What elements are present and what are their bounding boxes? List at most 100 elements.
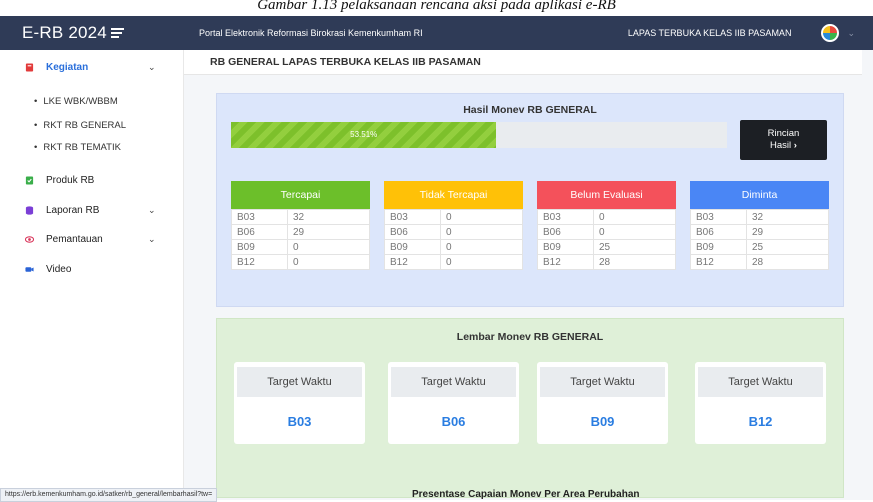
page-header: RB GENERAL LAPAS TERBUKA KELAS IIB PASAM… <box>184 50 862 75</box>
sidebar-item-video[interactable]: Video <box>0 264 183 275</box>
table-row: B06 29 <box>690 224 829 240</box>
chevron-right-icon: › <box>793 140 797 151</box>
table-cell: B03 <box>384 209 441 225</box>
book-icon <box>25 63 34 72</box>
table-row: B09 25 <box>537 239 676 255</box>
sidebar-item-kegiatan[interactable]: Kegiatan ⌄ <box>0 62 183 73</box>
sidebar-item-produk-rb[interactable]: Produk RB <box>0 175 183 186</box>
database-icon <box>25 206 34 215</box>
target-card-value[interactable]: B06 <box>388 414 519 429</box>
main-content: RB GENERAL LAPAS TERBUKA KELAS IIB PASAM… <box>184 50 873 500</box>
chevron-down-icon: ⌄ <box>148 234 156 244</box>
table-cell: B06 <box>384 224 441 240</box>
button-label: Hasil <box>770 140 792 151</box>
table-cell: B06 <box>231 224 288 240</box>
target-card-value[interactable]: B12 <box>695 414 826 429</box>
lembar-title: Lembar Monev RB GENERAL <box>456 331 604 343</box>
target-card[interactable]: Target Waktu B12 <box>695 362 826 444</box>
table-row: B12 0 <box>384 254 523 270</box>
sidebar-subitem-rkt-general[interactable]: RKT RB GENERAL <box>34 120 126 131</box>
table-cell: B09 <box>537 239 594 255</box>
target-card-label: Target Waktu <box>698 367 823 397</box>
table-row: B03 32 <box>690 209 829 225</box>
table-row: B12 0 <box>231 254 370 270</box>
table-cell: B12 <box>384 254 441 270</box>
target-card[interactable]: Target Waktu B09 <box>537 362 668 444</box>
section-title: Presentase Capaian Monev Per Area Peruba… <box>412 489 640 500</box>
table-cell: B06 <box>537 224 594 240</box>
table-cell: B09 <box>231 239 288 255</box>
avatar[interactable] <box>821 24 840 42</box>
table-cell: B03 <box>537 209 594 225</box>
table-cell: B03 <box>231 209 288 225</box>
chevron-down-icon: ⌄ <box>148 62 156 72</box>
lembar-panel: Lembar Monev RB GENERAL Target Waktu B03… <box>216 318 844 498</box>
target-card-label: Target Waktu <box>237 367 362 397</box>
table-row: B09 0 <box>384 239 523 255</box>
target-card[interactable]: Target Waktu B06 <box>388 362 519 444</box>
table-cell: B12 <box>231 254 288 270</box>
table-row: B09 25 <box>690 239 829 255</box>
table-cell: 0 <box>440 254 523 270</box>
sidebar-item-laporan-rb[interactable]: Laporan RB ⌄ <box>0 205 183 216</box>
table-cell: 25 <box>593 239 676 255</box>
chevron-down-icon[interactable]: ⌄ <box>847 28 855 39</box>
status-card-belum-evaluasi: Belum Evaluasi B03 0 B06 0 B09 25 B12 28 <box>537 181 676 270</box>
page-title: RB GENERAL LAPAS TERBUKA KELAS IIB PASAM… <box>210 56 481 68</box>
table-cell: 0 <box>287 239 370 255</box>
table-row: B03 32 <box>231 209 370 225</box>
sidebar-item-label: Produk RB <box>46 175 95 186</box>
table-cell: B06 <box>690 224 747 240</box>
table-cell: 0 <box>593 224 676 240</box>
target-card-value[interactable]: B09 <box>537 414 668 429</box>
button-label: Rincian <box>767 128 800 139</box>
status-card-diminta: Diminta B03 32 B06 29 B09 25 B12 28 <box>690 181 829 270</box>
target-card[interactable]: Target Waktu B03 <box>234 362 365 444</box>
progress-bar: 53.51% <box>231 122 727 148</box>
table-cell: B03 <box>690 209 747 225</box>
table-cell: 32 <box>287 209 370 225</box>
status-table: B03 0 B06 0 B09 0 B12 0 <box>384 209 523 270</box>
brand-bar: E-RB 2024 <box>0 16 183 50</box>
portal-title: Portal Elektronik Reformasi Birokrasi Ke… <box>199 28 423 38</box>
table-cell: 32 <box>746 209 829 225</box>
progress-fill: 53.51% <box>231 122 497 148</box>
status-card-header: Belum Evaluasi <box>537 181 676 209</box>
document-icon <box>25 176 34 185</box>
table-row: B06 29 <box>231 224 370 240</box>
table-cell: 0 <box>440 239 523 255</box>
hasil-panel: Hasil Monev RB GENERAL 53.51% Rincian Ha… <box>216 93 844 307</box>
table-cell: 28 <box>746 254 829 270</box>
unit-name: LAPAS TERBUKA KELAS IIB PASAMAN <box>627 28 792 38</box>
status-table: B03 0 B06 0 B09 25 B12 28 <box>537 209 676 270</box>
menu-icon[interactable] <box>110 27 124 39</box>
eye-icon <box>25 236 34 243</box>
chevron-down-icon: ⌄ <box>148 205 156 215</box>
sidebar-item-pemantauan[interactable]: Pemantauan ⌄ <box>0 234 183 245</box>
sidebar-subitem-rkt-tematik[interactable]: RKT RB TEMATIK <box>34 142 121 153</box>
table-cell: B09 <box>384 239 441 255</box>
status-card-header: Tidak Tercapai <box>384 181 523 209</box>
target-card-label: Target Waktu <box>540 367 665 397</box>
sidebar-item-label: Pemantauan <box>46 234 103 245</box>
table-row: B03 0 <box>537 209 676 225</box>
table-cell: B09 <box>690 239 747 255</box>
button-label-line2: Hasil › <box>770 140 797 152</box>
sidebar-subitem-lke[interactable]: LKE WBK/WBBM <box>34 96 117 107</box>
table-row: B12 28 <box>690 254 829 270</box>
table-cell: B12 <box>537 254 594 270</box>
sidebar-item-label: Laporan RB <box>46 205 100 216</box>
table-row: B06 0 <box>537 224 676 240</box>
app-brand[interactable]: E-RB 2024 <box>0 23 107 43</box>
status-card-header: Diminta <box>690 181 829 209</box>
figure-caption: Gambar 1.13 pelaksanaan rencana aksi pad… <box>257 0 616 13</box>
progress-label: 53.51% <box>350 130 378 139</box>
table-row: B09 0 <box>231 239 370 255</box>
target-card-value[interactable]: B03 <box>234 414 365 429</box>
target-card-label: Target Waktu <box>391 367 516 397</box>
rincian-hasil-button[interactable]: Rincian Hasil › <box>740 120 827 160</box>
table-cell: 0 <box>440 209 523 225</box>
table-cell: 28 <box>593 254 676 270</box>
top-navbar: Portal Elektronik Reformasi Birokrasi Ke… <box>183 16 873 50</box>
status-card-tidak-tercapai: Tidak Tercapai B03 0 B06 0 B09 0 B12 0 <box>384 181 523 270</box>
